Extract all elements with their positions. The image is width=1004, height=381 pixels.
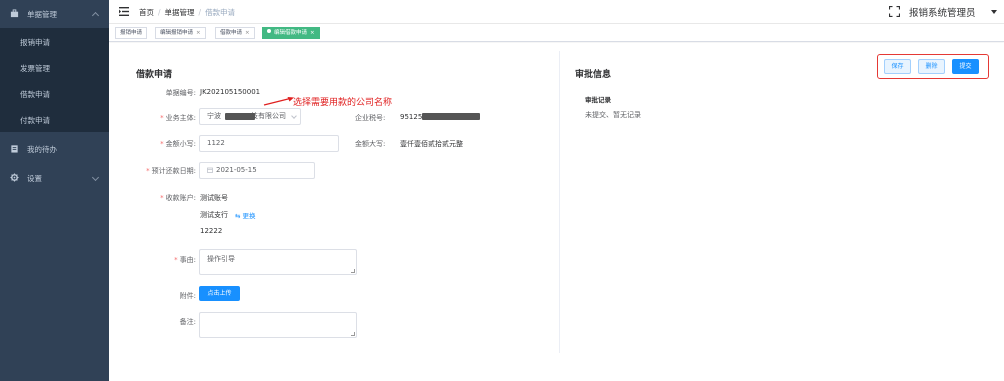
redacted-entity — [225, 113, 255, 120]
reason-textarea[interactable]: 操作引导 — [199, 249, 357, 275]
account-no: 12222 — [200, 227, 223, 235]
breadcrumb-document-management[interactable]: 单据管理 — [165, 8, 195, 17]
redacted-tax — [422, 113, 480, 120]
amount-upper-value: 壹仟壹佰贰拾贰元整 — [400, 140, 463, 148]
tag-edit-reimbursement[interactable]: 编辑报销申请 × — [155, 27, 206, 39]
close-icon[interactable]: × — [245, 30, 250, 36]
calendar-icon — [207, 167, 213, 173]
resize-handle[interactable] — [351, 332, 355, 336]
change-account-link[interactable]: ⇆ 更换 — [235, 210, 256, 220]
close-icon[interactable]: × — [196, 30, 201, 36]
annotation-text: 选择需要用款的公司名称 — [293, 98, 393, 108]
delete-button[interactable]: 删除 — [918, 59, 945, 74]
sidebar-group-label: 设置 — [27, 174, 42, 183]
remark-label: 备注: — [179, 318, 196, 326]
approval-title: 审批信息 — [575, 70, 612, 80]
breadcrumb-home[interactable]: 首页 — [139, 8, 154, 17]
action-bar: 保存 删除 提交 — [877, 54, 989, 79]
upload-button[interactable]: 点击上传 — [199, 286, 240, 301]
navbar: 首页 / 单据管理 / 借款申请 报销系统管理员 — [109, 0, 1004, 24]
user-name[interactable]: 报销系统管理员 — [909, 5, 976, 19]
save-button[interactable]: 保存 — [884, 59, 911, 74]
tax-value: 95125 — [400, 113, 423, 121]
amount-upper-label: 金额大写: — [355, 140, 386, 148]
sidebar-group-settings[interactable]: 设置 — [0, 164, 109, 191]
sidebar: 单据管理 报销申请 发票管理 借款申请 付款申请 我的待办 设置 — [0, 0, 109, 381]
amount-input[interactable]: 1122 — [199, 135, 339, 152]
sidebar-item-invoice[interactable]: 发票管理 — [0, 54, 109, 80]
account-name: 测试账号 — [200, 194, 228, 202]
gear-icon — [10, 173, 19, 182]
account-label: * 收款账户: — [160, 194, 196, 202]
approval-records-empty: 未提交、暂无记录 — [585, 111, 641, 119]
swap-icon: ⇆ — [235, 212, 243, 220]
form-title: 借款申请 — [136, 70, 173, 80]
doc-no-label: 单据编号: — [165, 89, 196, 97]
resize-handle[interactable] — [351, 269, 355, 273]
sidebar-item-label: 我的待办 — [27, 145, 57, 154]
sidebar-item-loan[interactable]: 借款申请 — [0, 80, 109, 106]
remark-textarea[interactable] — [199, 312, 357, 338]
submit-button[interactable]: 提交 — [952, 59, 979, 74]
repay-date-picker[interactable]: 2021-05-15 — [199, 162, 315, 179]
main-content: 借款申请 单据编号: JK202105150001 选择需要用款的公司名称 * 业… — [109, 43, 1004, 381]
tax-label: 企业税号: — [355, 114, 386, 122]
chevron-down-icon — [91, 173, 100, 182]
breadcrumb-current: 借款申请 — [205, 8, 236, 17]
menu-fold-icon[interactable] — [119, 7, 129, 16]
sidebar-item-payment[interactable]: 付款申请 — [0, 106, 109, 132]
active-dot-icon — [267, 29, 271, 33]
approval-records-title: 审批记录 — [585, 96, 611, 104]
close-icon[interactable]: × — [310, 30, 315, 36]
chevron-up-icon — [91, 11, 100, 20]
vertical-divider — [559, 51, 560, 353]
tag-reimbursement[interactable]: 报销申请 — [115, 27, 148, 39]
sidebar-group-document-management[interactable]: 单据管理 — [0, 0, 109, 27]
sidebar-group-label: 单据管理 — [27, 10, 57, 19]
briefcase-icon — [10, 9, 19, 18]
tag-loan[interactable]: 借款申请 × — [215, 27, 255, 39]
amount-label: * 金额小写: — [160, 140, 196, 148]
repay-date-label: * 预计还款日期: — [146, 167, 196, 175]
clipboard-icon — [11, 145, 18, 153]
tags-view: 报销申请 编辑报销申请 × 借款申请 × 编辑借款申请 × — [109, 24, 1004, 42]
reason-label: * 事由: — [174, 256, 196, 264]
account-bank: 测试支行 — [200, 211, 228, 219]
entity-label: * 业务主体: — [160, 114, 196, 122]
doc-no-value: JK202105150001 — [200, 88, 261, 96]
attachment-label: 附件: — [179, 292, 196, 300]
sidebar-item-todo[interactable]: 我的待办 — [0, 135, 109, 162]
tag-edit-loan[interactable]: 编辑借款申请 × — [262, 27, 320, 39]
breadcrumb: 首页 / 单据管理 / 借款申请 — [139, 8, 236, 17]
fullscreen-icon[interactable] — [889, 6, 900, 17]
caret-down-icon[interactable] — [991, 10, 997, 14]
sidebar-item-reimbursement[interactable]: 报销申请 — [0, 28, 109, 54]
